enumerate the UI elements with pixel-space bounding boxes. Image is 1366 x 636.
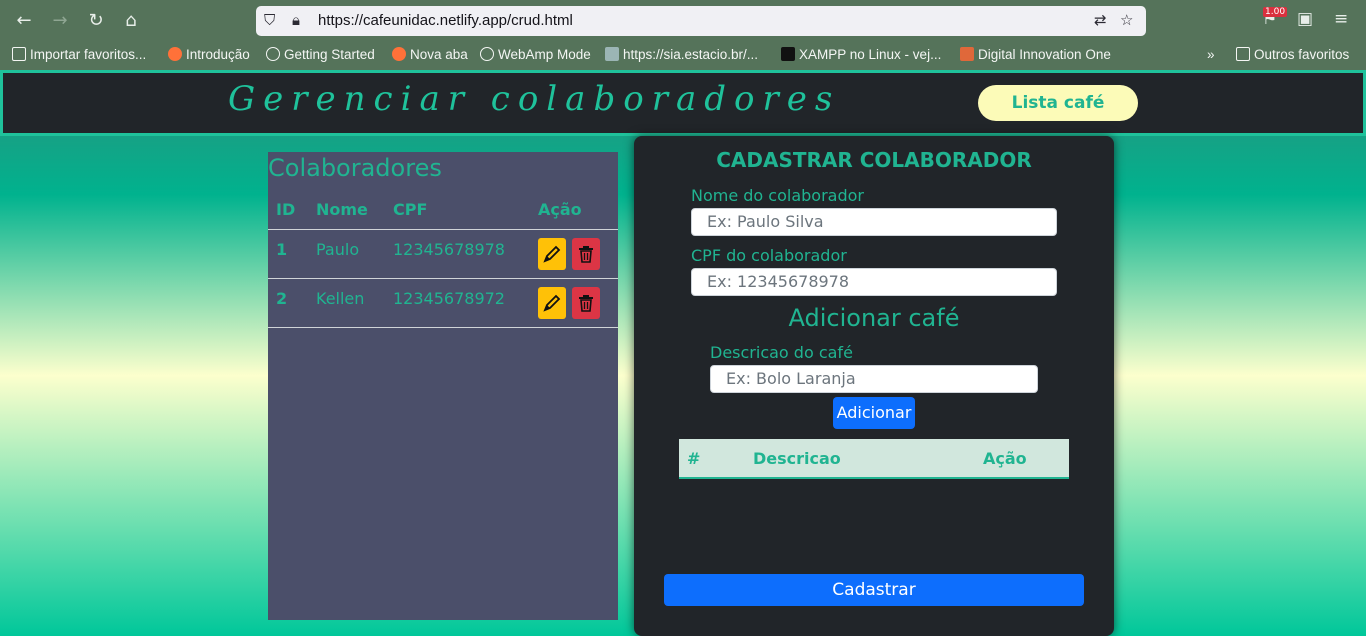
browser-toolbar: ← → ↻ ⌂ ⛉ 🔒︎ https://cafeunidac.netlify.…	[0, 0, 1366, 42]
trash-icon	[579, 295, 593, 312]
table-row: 2 Kellen 12345678972	[268, 278, 618, 327]
site-favicon-icon	[605, 47, 619, 61]
column-header-nome: Nome	[316, 200, 368, 219]
colaboradores-title: Colaboradores	[268, 154, 442, 182]
row-nome: Paulo	[316, 240, 360, 259]
bookmark-item[interactable]: https://sia.estacio.br/...	[605, 47, 758, 62]
globe-icon	[480, 47, 494, 61]
adicionar-button[interactable]: Adicionar	[833, 397, 915, 429]
globe-icon	[266, 47, 280, 61]
edit-button[interactable]	[538, 238, 566, 270]
cpf-label: CPF do colaborador	[691, 246, 847, 265]
cafe-column-acao: Ação	[983, 449, 1027, 468]
bookmark-item[interactable]: Nova aba	[392, 47, 468, 62]
row-id: 2	[276, 289, 288, 308]
column-header-id: ID	[276, 200, 296, 219]
bookmark-star-icon[interactable]: ☆	[1120, 11, 1133, 29]
bookmark-item[interactable]: Digital Innovation One	[960, 47, 1111, 62]
colaboradores-panel: Colaboradores ID Nome CPF Ação 1 Paulo 1…	[268, 152, 618, 620]
cafe-column-descricao: Descricao	[753, 449, 841, 468]
bookmark-item[interactable]: Introdução	[168, 47, 250, 62]
menu-icon[interactable]: ≡	[1334, 9, 1348, 29]
row-cpf: 12345678978	[393, 240, 505, 259]
cafe-table-header: # Descricao Ação	[679, 439, 1069, 479]
bookmarks-bar: Importar favoritos... Introdução Getting…	[0, 44, 1366, 68]
bookmark-item[interactable]: Getting Started	[266, 47, 375, 62]
url-text[interactable]: https://cafeunidac.netlify.app/crud.html	[318, 12, 573, 29]
cadastrar-button[interactable]: Cadastrar	[664, 574, 1084, 606]
xampp-favicon-icon	[781, 47, 795, 61]
page: Gerenciar colaboradores Lista café Colab…	[0, 70, 1366, 636]
column-header-cpf: CPF	[393, 200, 428, 219]
trash-icon	[579, 246, 593, 263]
cadastro-panel: CADASTRAR COLABORADOR Nome do colaborado…	[634, 136, 1114, 636]
translate-extension-icon[interactable]: ▣	[1297, 9, 1313, 29]
form-title: CADASTRAR COLABORADOR	[716, 148, 1032, 172]
pencil-icon	[543, 294, 561, 312]
nome-input[interactable]: Ex: Paulo Silva	[691, 208, 1057, 236]
delete-button[interactable]	[572, 287, 600, 319]
row-id: 1	[276, 240, 288, 259]
more-bookmarks-icon[interactable]: »	[1207, 47, 1215, 62]
import-icon	[12, 47, 26, 61]
bookmark-item[interactable]: XAMPP no Linux - vej...	[781, 47, 941, 62]
descricao-label: Descricao do café	[710, 343, 853, 362]
translate-icon[interactable]: ⇄	[1094, 11, 1107, 29]
row-nome: Kellen	[316, 289, 365, 308]
bookmark-item[interactable]: Importar favoritos...	[12, 47, 146, 62]
cpf-input[interactable]: Ex: 12345678978	[691, 268, 1057, 296]
descricao-input[interactable]: Ex: Bolo Laranja	[710, 365, 1038, 393]
other-bookmarks[interactable]: Outros favoritos	[1236, 47, 1349, 62]
edit-button[interactable]	[538, 287, 566, 319]
browser-chrome: ← → ↻ ⌂ ⛉ 🔒︎ https://cafeunidac.netlify.…	[0, 0, 1366, 70]
table-divider	[268, 327, 618, 328]
page-title: Gerenciar colaboradores	[228, 79, 841, 119]
delete-button[interactable]	[572, 238, 600, 270]
url-bar[interactable]: ⛉ 🔒︎ https://cafeunidac.netlify.app/crud…	[256, 6, 1146, 36]
cafe-column-hash: #	[687, 449, 701, 468]
forward-arrow-icon[interactable]: →	[48, 9, 72, 33]
shield-icon[interactable]: ⛉	[264, 11, 275, 29]
row-cpf: 12345678972	[393, 289, 505, 308]
firefox-icon	[168, 47, 182, 61]
column-header-acao: Ação	[538, 200, 582, 219]
dio-favicon-icon	[960, 47, 974, 61]
lista-cafe-button[interactable]: Lista café	[978, 85, 1138, 121]
pencil-icon	[543, 245, 561, 263]
reload-icon[interactable]: ↻	[84, 9, 108, 33]
bookmark-item[interactable]: WebAmp Mode	[480, 47, 591, 62]
table-row: 1 Paulo 12345678978	[268, 229, 618, 278]
lock-icon[interactable]: 🔒︎	[292, 11, 300, 29]
page-header: Gerenciar colaboradores Lista café	[0, 70, 1366, 136]
home-icon[interactable]: ⌂	[119, 9, 143, 33]
cafe-section-title: Adicionar café	[788, 304, 960, 332]
firefox-icon	[392, 47, 406, 61]
extension-badge: 1.00	[1263, 7, 1288, 17]
nome-label: Nome do colaborador	[691, 186, 864, 205]
back-arrow-icon[interactable]: ←	[12, 9, 36, 33]
folder-icon	[1236, 47, 1250, 61]
